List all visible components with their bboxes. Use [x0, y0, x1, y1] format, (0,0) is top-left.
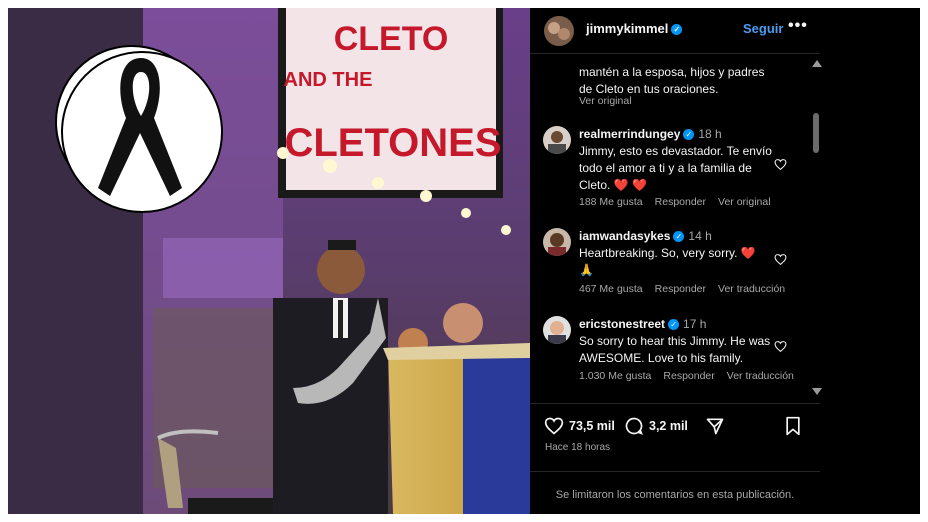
see-original-link[interactable]: Ver original: [579, 95, 632, 107]
comment-time: 18 h: [698, 127, 722, 141]
see-translation-link[interactable]: Ver traducción: [727, 370, 794, 382]
likes-count[interactable]: 73,5 mil: [569, 419, 615, 433]
comment-likes[interactable]: 188 Me gusta: [579, 196, 643, 208]
comment-likes[interactable]: 1.030 Me gusta: [579, 370, 651, 382]
comments-limited-notice: Se limitaron los comentarios en esta pub…: [530, 471, 820, 501]
like-comment-icon[interactable]: [774, 158, 787, 171]
avatar[interactable]: [543, 126, 571, 154]
instagram-post-window: CLETO AND THE CLETONES jimmykimmel ✓ Seg…: [8, 8, 920, 514]
post-header: jimmykimmel ✓ Seguir •••: [530, 8, 820, 54]
like-comment-icon[interactable]: [774, 340, 787, 353]
post-username[interactable]: jimmykimmel ✓: [586, 21, 683, 36]
reply-button[interactable]: Responder: [663, 370, 714, 382]
see-original-link[interactable]: Ver original: [718, 196, 771, 208]
comment-body: iamwandasykes ✓ 14 h Heartbreaking. So, ve…: [579, 228, 779, 279]
more-options-icon[interactable]: •••: [788, 17, 808, 35]
comment-text: mantén a la esposa, hijos y padres de Cl…: [579, 65, 765, 96]
praying-hands-emoji: 🙏: [579, 263, 594, 277]
like-heart-icon[interactable]: [544, 416, 564, 436]
see-translation-link[interactable]: Ver traducción: [718, 283, 785, 295]
comment-bubble-icon[interactable]: [624, 416, 644, 436]
marquee-line-2: AND THE: [284, 69, 373, 91]
comment-meta: 1.030 Me gusta Responder Ver traducción: [579, 370, 806, 382]
marquee-line-3: CLETONES: [284, 121, 501, 165]
scrollbar[interactable]: [810, 54, 820, 399]
comments-count[interactable]: 3,2 mil: [649, 419, 688, 433]
verified-icon: ✓: [683, 129, 695, 141]
post-actions: 73,5 mil 3,2 mil Hace 18 horas: [530, 403, 820, 464]
verified-icon: ✓: [668, 319, 680, 331]
comment-text: So sorry to hear this Jimmy. He was AWES…: [579, 334, 771, 365]
comment-meta: 188 Me gusta Responder Ver original: [579, 196, 783, 208]
like-comment-icon[interactable]: [774, 253, 787, 266]
comment-meta: 467 Me gusta Responder Ver traducción: [579, 283, 797, 295]
comment-body: realmerrindungey ✓ 18 h Jimmy, esto es dev…: [579, 126, 779, 194]
comment-username[interactable]: ericstonestreet: [579, 317, 665, 331]
comment-username[interactable]: realmerrindungey: [579, 127, 680, 141]
post-timestamp: Hace 18 horas: [545, 442, 611, 453]
avatar[interactable]: [544, 16, 574, 46]
comment-text: Heartbreaking. So, very sorry.: [579, 246, 738, 260]
bookmark-icon[interactable]: [784, 416, 802, 436]
avatar[interactable]: [543, 228, 571, 256]
username-text[interactable]: jimmykimmel: [586, 21, 668, 36]
scrollbar-thumb[interactable]: [813, 113, 819, 153]
scroll-up-arrow-icon[interactable]: [812, 60, 822, 67]
share-send-icon[interactable]: [705, 416, 725, 436]
comment-body: ericstonestreet ✓ 17 h So sorry to hear th…: [579, 316, 779, 367]
scroll-down-arrow-icon[interactable]: [812, 388, 822, 395]
comment-username[interactable]: iamwandasykes: [579, 229, 670, 243]
comment-time: 17 h: [683, 317, 707, 331]
verified-icon: ✓: [673, 231, 685, 243]
comments-panel: jimmykimmel ✓ Seguir ••• mantén a la espo…: [530, 8, 822, 514]
comment-likes[interactable]: 467 Me gusta: [579, 283, 643, 295]
heart-emoji: ❤️: [740, 246, 756, 260]
verified-icon: ✓: [671, 24, 683, 36]
comments-list: mantén a la esposa, hijos y padres de Cl…: [530, 54, 810, 399]
reply-button[interactable]: Responder: [655, 283, 706, 295]
follow-button[interactable]: Seguir: [743, 21, 783, 36]
avatar[interactable]: [543, 316, 571, 344]
comment-text: Jimmy, esto es devastador. Te envío todo…: [579, 144, 772, 192]
post-photo: CLETO AND THE CLETONES: [8, 8, 530, 514]
reply-button[interactable]: Responder: [655, 196, 706, 208]
black-ribbon-icon: [55, 45, 223, 213]
heart-emoji: ❤️ ❤️: [613, 178, 647, 192]
marquee-line-1: CLETO: [334, 20, 449, 58]
comment-time: 14 h: [688, 229, 712, 243]
